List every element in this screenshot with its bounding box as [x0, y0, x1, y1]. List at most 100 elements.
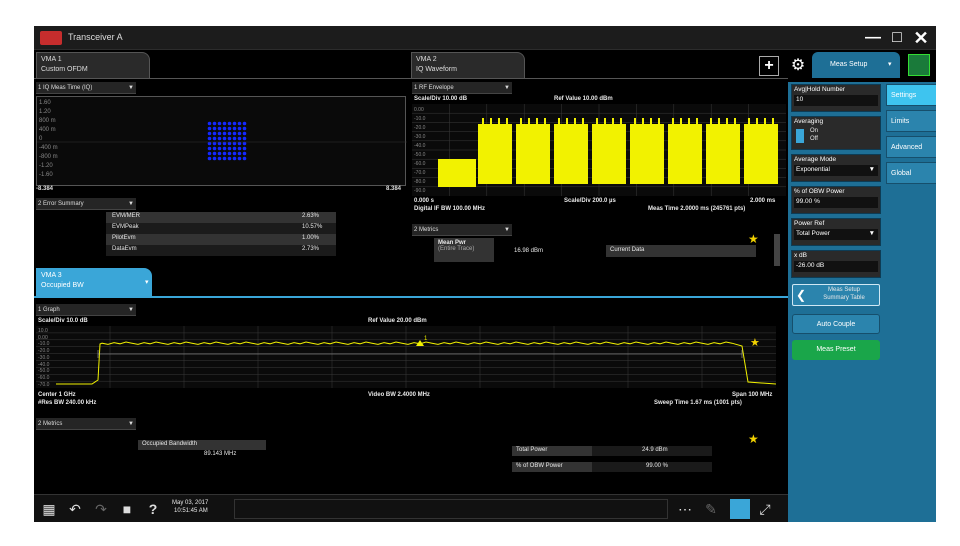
rf-spike	[498, 118, 500, 126]
meas-setup-tab[interactable]: Meas Setup ▾	[812, 52, 900, 78]
xdb-field[interactable]: x dB -26.00 dB	[791, 250, 881, 278]
folder-icon[interactable]: ■	[118, 500, 136, 518]
table-row: DataEvm 2.73%	[106, 245, 336, 256]
error-value: 2.73%	[302, 246, 320, 252]
auto-couple-button[interactable]: Auto Couple	[792, 314, 880, 334]
constellation-point	[242, 131, 247, 136]
obw-trace-line	[56, 341, 776, 385]
rf-spike	[734, 118, 736, 126]
rf-envelope-plot: 0.00 -10.0 -20.0 -30.0 -40.0 -50.0 -60.0…	[412, 104, 786, 196]
tab-vma3-mode: Occupied BW	[41, 282, 84, 289]
table-row: PilotEvm 1.00%	[106, 234, 336, 245]
rf-spike	[680, 118, 682, 126]
error-label: PilotEvm	[112, 235, 136, 241]
chevron-down-icon: ▼	[128, 421, 134, 427]
settings-tab-column: Settings Limits Advanced Global	[884, 82, 936, 522]
redo-icon[interactable]: ↷	[92, 500, 110, 518]
iq-y-tick: -400 m	[39, 145, 58, 151]
maximize-icon[interactable]: □	[886, 28, 908, 48]
obw-span: Span 100 MHz	[732, 392, 773, 398]
add-window-button[interactable]: +	[759, 56, 779, 76]
star-icon: ★	[748, 432, 759, 446]
avg-hold-number-field[interactable]: Avg|Hold Number 10	[791, 84, 881, 112]
close-icon[interactable]: ✕	[910, 28, 932, 48]
chevron-down-icon: ▾	[888, 61, 892, 68]
grid-toggle-icon[interactable]	[908, 54, 930, 76]
table-row: % of OBW Power 99.00 %	[512, 462, 712, 472]
rf-spike	[718, 118, 720, 126]
constellation-points	[207, 121, 247, 161]
window-title: Transceiver A	[68, 32, 123, 42]
constellation-point	[227, 151, 232, 156]
rf-meas-time: Meas Time 2.0000 ms (245761 pts)	[648, 206, 746, 212]
graph-dropdown[interactable]: 1 Graph ▼	[36, 304, 136, 316]
undo-icon[interactable]: ↶	[66, 500, 84, 518]
obw-res-bw: #Res BW 240.00 kHz	[38, 400, 97, 406]
iq-trace-label: 1 IQ Meas Time (IQ)	[38, 85, 93, 91]
total-power-label: Total Power	[516, 447, 548, 453]
constellation-point	[217, 131, 222, 136]
pct-obw-power-field[interactable]: % of OBW Power 99.00 %	[791, 186, 881, 214]
iq-y-tick: 1.20	[39, 109, 51, 115]
summary-table-button[interactable]: ❮ Meas Setup Summary Table	[792, 284, 880, 306]
rf-burst	[706, 124, 740, 184]
constellation-point	[212, 136, 217, 141]
tab-vma2[interactable]: VMA 2 IQ Waveform	[411, 52, 525, 78]
windows-start-icon[interactable]: ▦	[40, 500, 58, 518]
rf-y-tick: 0.00	[414, 107, 424, 113]
averaging-toggle[interactable]: Averaging On Off	[791, 116, 881, 150]
tab-vma3[interactable]: VMA 3 Occupied BW ▾	[36, 268, 152, 296]
iq-trace-dropdown[interactable]: 1 IQ Meas Time (IQ) ▼	[36, 82, 136, 94]
help-icon[interactable]: ?	[144, 500, 162, 518]
tab-advanced[interactable]: Advanced	[886, 136, 936, 158]
multi-window-icon[interactable]	[730, 499, 750, 519]
occupied-bw-value: 89.143 MHz	[204, 451, 237, 457]
metrics-dropdown[interactable]: 2 Metrics ▼	[412, 224, 512, 236]
tab-settings[interactable]: Settings	[886, 84, 936, 106]
power-ref-value: Total Power ▼	[794, 229, 878, 240]
error-summary-dropdown[interactable]: 2 Error Summary ▼	[36, 198, 136, 210]
average-mode-dropdown[interactable]: Average Mode Exponential ▼	[791, 154, 881, 182]
rf-burst	[554, 124, 588, 184]
current-data-label: Current Data	[610, 247, 645, 253]
rf-envelope-dropdown[interactable]: 1 RF Envelope ▼	[412, 82, 512, 94]
rf-x-end: 2.000 ms	[750, 198, 776, 204]
tab-limits[interactable]: Limits	[886, 110, 936, 132]
obw-metrics-dropdown[interactable]: 2 Metrics ▼	[36, 418, 136, 430]
avg-hold-value[interactable]: 10	[794, 95, 878, 106]
pct-obw-setting-value[interactable]: 99.00 %	[794, 197, 878, 208]
constellation-point	[207, 126, 212, 131]
pct-obw-label: % of OBW Power	[516, 463, 563, 469]
rf-spike	[620, 118, 622, 126]
chevron-down-icon: ▼	[868, 230, 875, 237]
rf-envelope-label: 1 RF Envelope	[414, 85, 454, 91]
obw-y-tick: -30.0	[38, 354, 50, 361]
iq-y-tick: 0	[39, 136, 43, 142]
constellation-point	[212, 146, 217, 151]
star-icon: ★	[748, 232, 759, 246]
keypad-icon[interactable]: ⋯	[676, 500, 694, 518]
tab-global[interactable]: Global	[886, 162, 936, 184]
toggle-switch[interactable]	[796, 129, 804, 143]
meas-preset-button[interactable]: Meas Preset	[792, 340, 880, 360]
chevron-down-icon: ▼	[128, 85, 134, 91]
tab-vma1[interactable]: VMA 1 Custom OFDM	[36, 52, 150, 78]
summary-line1: Meas Setup	[827, 287, 861, 293]
rf-spike	[756, 118, 758, 126]
obw-spectrum-svg	[36, 326, 776, 388]
obw-y-tick: -50.0	[38, 368, 50, 375]
rf-y-tick: -60.0	[414, 161, 426, 167]
gear-icon[interactable]: ⚙	[788, 56, 808, 76]
rf-burst	[478, 124, 512, 184]
mean-power-sublabel: (Entire Trace)	[438, 246, 475, 252]
pen-icon[interactable]: ✎	[702, 500, 720, 518]
constellation-point	[222, 131, 227, 136]
fullscreen-icon[interactable]: ⤢	[756, 500, 774, 518]
rf-spike	[574, 118, 576, 126]
scrollbar[interactable]	[774, 234, 780, 266]
minimize-icon[interactable]: —	[862, 28, 884, 48]
power-ref-dropdown[interactable]: Power Ref Total Power ▼	[791, 218, 881, 246]
constellation-point	[242, 126, 247, 131]
xdb-value[interactable]: -26.00 dB	[794, 261, 878, 272]
table-row: EVM/MER 2.63%	[106, 212, 336, 223]
